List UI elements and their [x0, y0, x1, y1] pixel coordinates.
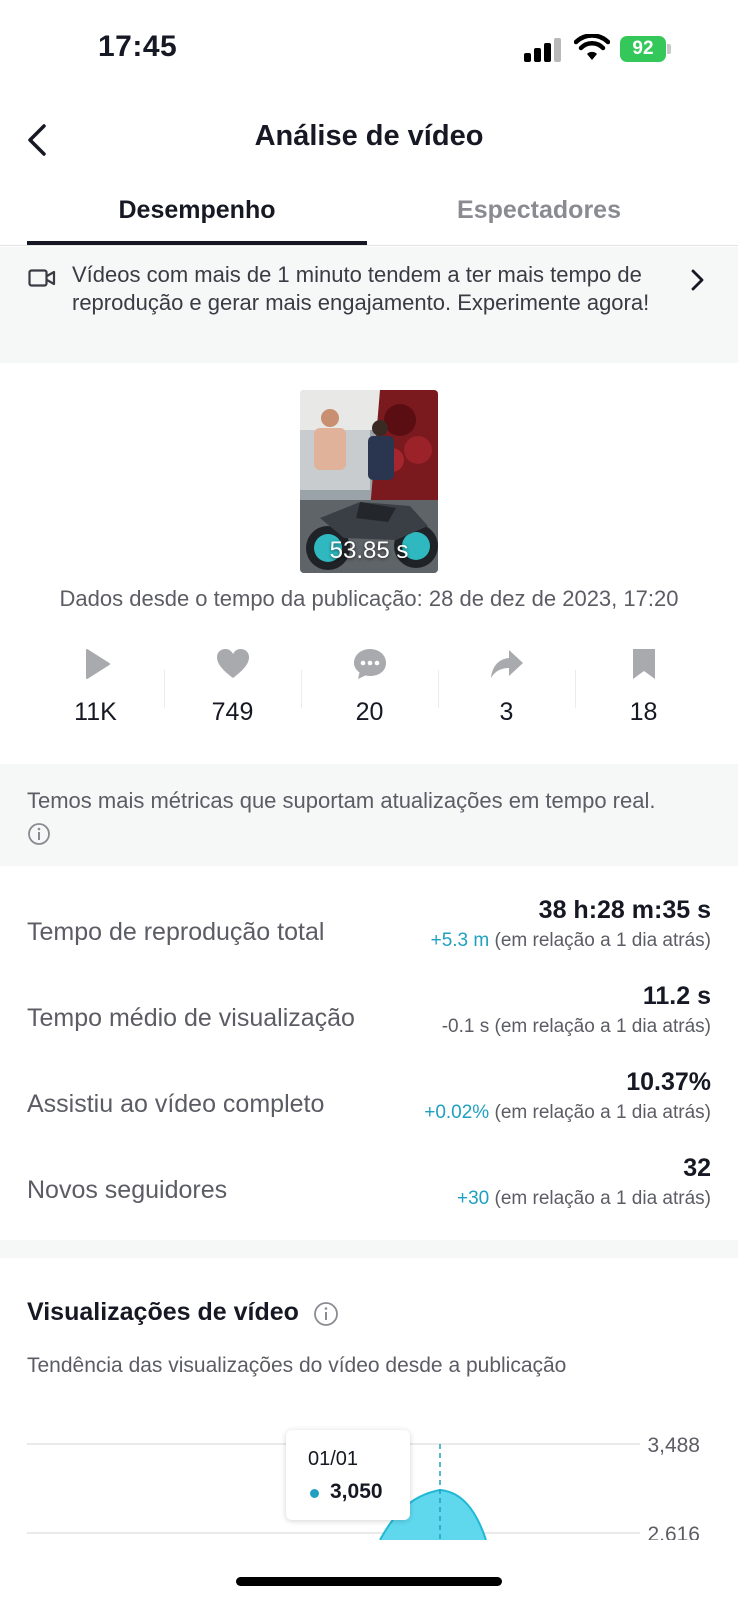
stat-saves: 18 — [575, 640, 712, 740]
metric-delta: -0.1 s — [441, 1016, 490, 1037]
stat-plays: 11K — [27, 640, 164, 740]
home-indicator[interactable] — [236, 1577, 502, 1586]
y-tick-label: 2,616 — [647, 1523, 700, 1540]
metric-average-watch-time: Tempo médio de visualização 11.2 s -0.1 … — [27, 982, 711, 1052]
tooltip-date: 01/01 — [308, 1448, 359, 1470]
tip-banner[interactable]: Vídeos com mais de 1 minuto tendem a ter… — [0, 247, 738, 363]
page-title: Análise de vídeo — [254, 120, 484, 152]
chart-title: Visualizações de vídeo — [27, 1298, 299, 1326]
info-icon[interactable] — [27, 822, 51, 846]
nav-bar: Análise de vídeo — [0, 100, 738, 180]
chevron-right-icon — [691, 269, 704, 291]
engagement-stats: 11K 749 20 3 18 — [27, 640, 711, 740]
publication-date: Dados desde o tempo da publicação: 28 de… — [59, 586, 679, 611]
stat-likes: 749 — [164, 640, 301, 740]
metric-value: 11.2 s — [642, 982, 711, 1010]
video-duration: 53.85 s — [329, 537, 409, 564]
chart-subtitle: Tendência das visualizações do vídeo des… — [27, 1354, 567, 1377]
stat-plays-value: 11K — [74, 698, 117, 726]
realtime-notice: Temos mais métricas que suportam atualiz… — [0, 764, 738, 866]
banner-text: Vídeos com mais de 1 minuto tendem a ter… — [72, 262, 650, 315]
metric-delta-row: +5.3 m (em relação a 1 dia atrás) — [431, 930, 711, 952]
battery-level: 92 — [620, 36, 666, 62]
tab-active-indicator — [27, 241, 367, 245]
tab-bar: Desempenho Espectadores — [0, 184, 738, 246]
play-icon — [85, 649, 110, 679]
notice-text: Temos mais métricas que suportam atualiz… — [27, 788, 656, 813]
metric-value: 38 h:28 m:35 s — [538, 896, 711, 924]
video-camera-icon — [28, 269, 56, 287]
metric-delta-row: +30 (em relação a 1 dia atrás) — [457, 1188, 711, 1210]
metric-new-followers: Novos seguidores 32 +30 (em relação a 1 … — [27, 1154, 711, 1224]
metric-label: Tempo médio de visualização — [27, 1004, 355, 1032]
status-bar: 17:45 92 — [0, 0, 738, 100]
tooltip-series-dot — [310, 1489, 319, 1498]
metric-label: Tempo de reprodução total — [27, 918, 325, 946]
stat-comments: 20 — [301, 640, 438, 740]
metric-value: 32 — [683, 1154, 711, 1182]
metric-delta-row: +0.02% (em relação a 1 dia atrás) — [424, 1102, 711, 1124]
metric-delta: +0.02% — [424, 1102, 490, 1123]
metric-compare: (em relação a 1 dia atrás) — [494, 1016, 712, 1037]
cellular-signal-icon — [524, 38, 562, 62]
metric-total-play-time: Tempo de reprodução total 38 h:28 m:35 s… — [27, 896, 711, 966]
tab-desempenho[interactable]: Desempenho — [27, 196, 367, 225]
video-thumbnail[interactable]: 53.85 s — [300, 390, 438, 573]
stat-comments-value: 20 — [355, 698, 384, 726]
metric-delta: +30 — [456, 1188, 490, 1209]
metric-watched-full-video: Assistiu ao vídeo completo 10.37% +0.02%… — [27, 1068, 711, 1138]
metric-label: Novos seguidores — [27, 1176, 228, 1204]
metric-compare: (em relação a 1 dia atrás) — [494, 1188, 712, 1209]
tooltip-value: 3,050 — [330, 1480, 383, 1503]
metric-delta-row: -0.1 s (em relação a 1 dia atrás) — [442, 1016, 711, 1038]
status-time: 17:45 — [98, 30, 178, 63]
metric-value: 10.37% — [626, 1068, 711, 1096]
y-tick-label: 3,488 — [647, 1434, 700, 1457]
metric-label: Assistiu ao vídeo completo — [27, 1090, 325, 1118]
section-separator — [0, 1240, 738, 1258]
stat-shares: 3 — [438, 640, 575, 740]
bookmark-icon — [632, 649, 655, 679]
share-icon — [490, 650, 523, 678]
chart-tooltip: 01/01 3,050 — [286, 1430, 410, 1520]
stat-likes-value: 749 — [211, 698, 254, 726]
info-icon[interactable] — [313, 1301, 339, 1327]
wifi-icon — [574, 34, 610, 60]
comment-icon — [353, 649, 386, 679]
tab-espectadores[interactable]: Espectadores — [369, 196, 709, 225]
metric-delta: +5.3 m — [430, 930, 490, 951]
stat-saves-value: 18 — [629, 698, 658, 726]
heart-icon — [216, 649, 249, 678]
battery-icon: 92 — [620, 36, 671, 62]
metric-compare: (em relação a 1 dia atrás) — [494, 930, 712, 951]
stat-shares-value: 3 — [499, 698, 514, 726]
metric-compare: (em relação a 1 dia atrás) — [494, 1102, 712, 1123]
